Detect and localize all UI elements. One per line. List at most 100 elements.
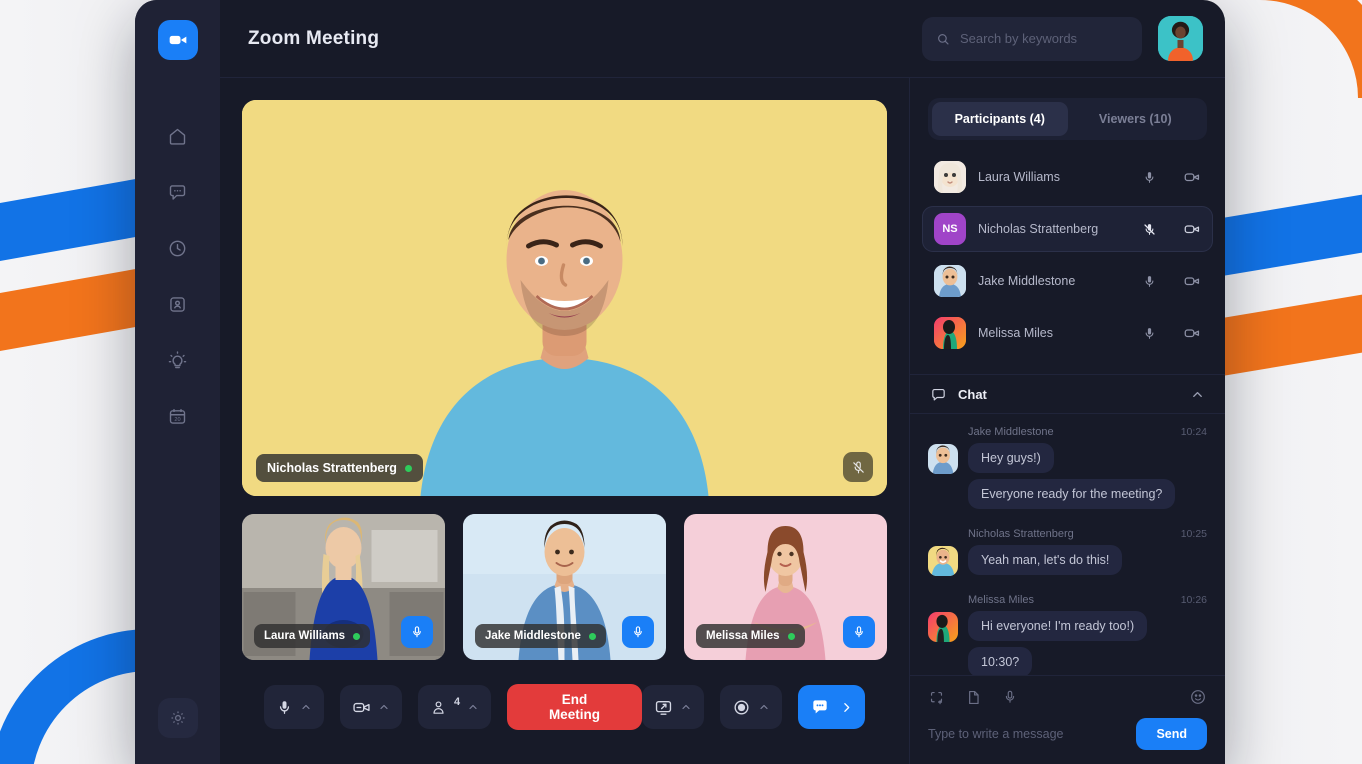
chat-bubble: Hey guys!) [968,443,1054,473]
contact-card-icon [170,296,185,312]
chat-message-column: Nicholas Strattenberg 10:25 Yeah man, le… [968,528,1207,581]
chat-message-column: Jake Middlestone 10:24 Hey guys!) Everyo… [968,426,1207,515]
message-input[interactable] [928,727,1127,741]
participant-name: Jake Middlestone [978,274,1076,288]
online-dot [787,632,795,640]
sidebar-item-contacts[interactable] [164,290,192,318]
participant-name-tag: Laura Williams [254,624,371,648]
video-icon [1184,173,1200,182]
control-group-left: 4 [264,685,492,729]
share-screen-control[interactable] [642,685,704,729]
sidebar-item-messages[interactable] [164,178,192,206]
participant-video-status[interactable] [1183,272,1201,290]
screenshot-icon[interactable] [928,689,945,706]
chat-time: 10:25 [1180,528,1207,540]
composer-input-row: Send [928,718,1207,750]
participant-video-status[interactable] [1183,324,1201,342]
participant-row[interactable]: Jake Middlestone [922,258,1213,304]
speaker-tile[interactable]: Nicholas Strattenberg [242,100,887,496]
participant-name: Melissa Miles [978,326,1054,340]
chat-bubble-icon [932,388,945,400]
thumbnail-tile[interactable]: Laura Williams [242,514,445,660]
search-box[interactable] [922,16,1142,61]
chat-author: Jake Middlestone [968,426,1054,438]
chat-message-group: Jake Middlestone 10:24 Hey guys!) Everyo… [928,426,1207,515]
chat-avatar [928,612,958,642]
mic-control[interactable] [264,685,324,729]
tab-participants[interactable]: Participants (4) [932,102,1068,136]
record-control[interactable] [720,685,782,729]
video-icon [1184,329,1200,338]
gear-icon [171,711,184,725]
participant-mic-button[interactable] [401,616,433,648]
avatar[interactable] [1158,16,1203,61]
avatar-image [928,546,958,576]
chat-bubble: 10:30? [968,647,1033,675]
end-meeting-button[interactable]: End Meeting [506,684,642,730]
mic-icon[interactable] [1002,689,1018,705]
participant-mic-status[interactable] [1142,274,1157,289]
chat-messages[interactable]: Jake Middlestone 10:24 Hey guys!) Everyo… [910,414,1225,675]
mic-icon [634,626,642,638]
chat-title: Chat [958,386,987,402]
home-icon [169,128,186,145]
video-icon [1184,277,1200,286]
video-stage: Nicholas Strattenberg Laura Williams Jak… [220,78,910,764]
participant-video-status[interactable] [1183,220,1201,238]
participant-mic-status[interactable] [1142,222,1157,237]
chevron-up-icon [682,704,690,710]
app-window: 20 Zoom Meeting Search by keywords Nicho… [135,0,1225,764]
participants-control[interactable]: 4 [418,685,492,729]
file-icon[interactable] [965,689,982,706]
sidebar-item-home[interactable] [164,122,192,150]
control-bar: 4 End Meeting [242,660,887,754]
left-sidebar: 20 [135,0,220,764]
chevron-up-icon[interactable] [1190,387,1205,402]
send-button[interactable]: Send [1136,718,1207,750]
chat-message-group: Melissa Miles 10:26 Hi everyone! I'm rea… [928,594,1207,675]
participant-name: Jake Middlestone [485,630,581,642]
participant-row[interactable]: Laura Williams [922,154,1213,200]
avatar-image [928,612,958,642]
calendar-icon: 20 [169,408,186,424]
participant-mic-button[interactable] [622,616,654,648]
record-icon [734,699,749,715]
participant-list: Laura Williams NS Nicholas Strattenberg … [910,140,1225,368]
thumbnail-tile[interactable]: Jake Middlestone [463,514,666,660]
tab-viewers[interactable]: Viewers (10) [1068,102,1204,136]
participant-mic-button[interactable] [843,616,875,648]
video-control[interactable] [340,685,402,729]
mic-off-icon [852,461,864,473]
participant-video-status[interactable] [1183,168,1201,186]
sidebar-item-settings[interactable] [157,698,198,738]
chat-bubble: Everyone ready for the meeting? [968,479,1176,509]
person-icon [433,700,444,714]
sidebar-item-ideas[interactable] [164,346,192,374]
participant-row[interactable]: NS Nicholas Strattenberg [922,206,1213,252]
right-panel: Participants (4) Viewers (10) Laura Will… [910,78,1225,764]
thumbnail-tile[interactable]: Melissa Miles [684,514,887,660]
app-logo[interactable] [157,20,198,60]
chat-message-group: Nicholas Strattenberg 10:25 Yeah man, le… [928,528,1207,581]
sidebar-item-history[interactable] [164,234,192,262]
chat-header[interactable]: Chat [910,374,1225,414]
sidebar-item-calendar[interactable]: 20 [164,402,192,430]
participant-mic-status[interactable] [1142,170,1157,185]
search-input[interactable] [960,31,1128,46]
online-dot [404,464,412,472]
speaker-mute-badge[interactable] [843,452,873,482]
chat-toggle-button[interactable] [798,685,865,729]
participant-row[interactable]: Melissa Miles [922,310,1213,356]
chevron-up-icon [469,704,477,710]
chat-bubble-icon [169,184,186,200]
participant-mic-status[interactable] [1142,326,1157,341]
mic-icon [1145,327,1154,339]
mic-icon [279,700,290,714]
main-column: Zoom Meeting Search by keywords Nicholas… [220,0,1225,764]
emoji-icon[interactable] [1189,688,1207,706]
speaker-name: Nicholas Strattenberg [267,461,397,475]
chat-time: 10:26 [1180,594,1207,606]
participant-name-tag: Jake Middlestone [475,624,606,648]
participant-avatar: NS [934,213,966,245]
chevron-up-icon [380,704,388,710]
